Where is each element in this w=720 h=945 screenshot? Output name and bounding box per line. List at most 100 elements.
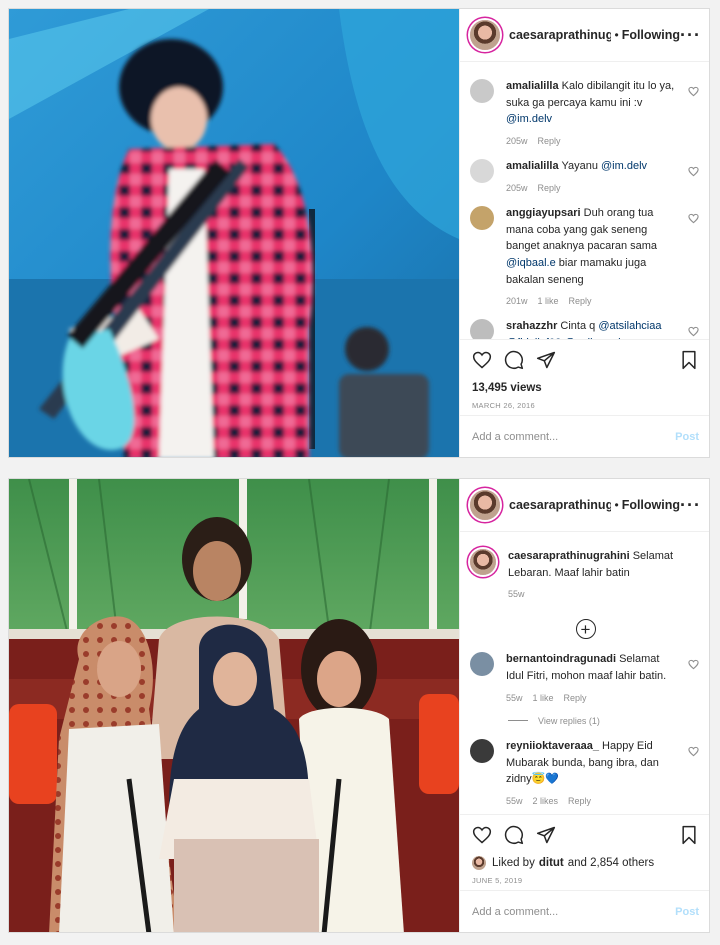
following-button[interactable]: Following [622, 28, 680, 42]
view-count[interactable]: 13,495 views [460, 379, 709, 397]
comment-time[interactable]: 55w [506, 693, 523, 703]
liked-by-suffix[interactable]: and 2,854 others [568, 857, 654, 869]
comment-time[interactable]: 201w [506, 296, 528, 306]
liker-avatar[interactable] [472, 856, 486, 870]
separator-dot: • [614, 498, 619, 512]
post-media-family[interactable] [9, 479, 459, 932]
comment-username[interactable]: reyniioktaveraaa_ [506, 740, 599, 752]
commenter-avatar[interactable] [470, 205, 494, 230]
comment-likes[interactable]: 1 like [538, 296, 559, 306]
comment-icon[interactable] [504, 350, 524, 370]
comment-item: amalialilla Yayanu @im.delv 205w Reply [470, 158, 701, 193]
like-comment-icon[interactable] [688, 746, 699, 757]
commenter-avatar[interactable] [470, 738, 494, 763]
comment-likes[interactable]: 1 like [533, 693, 554, 703]
commenter-avatar[interactable] [470, 159, 494, 184]
reply-button[interactable]: Reply [538, 183, 561, 193]
view-replies-button[interactable]: View replies (1) [508, 716, 701, 726]
action-bar [460, 339, 709, 379]
post-media-concert[interactable] [9, 9, 459, 457]
post-header: caesaraprathinugrahin • Following ··· [460, 9, 709, 62]
username[interactable]: caesaraprathinugrahin [509, 28, 611, 42]
heart-icon[interactable] [472, 350, 492, 370]
post-header: caesaraprathinugrahin • Following ··· [460, 479, 709, 532]
comment-list[interactable]: amalialilla Kalo dibilangit itu lo ya, s… [460, 62, 709, 339]
reply-button[interactable]: Reply [564, 693, 587, 703]
liked-by-user[interactable]: ditut [539, 857, 564, 869]
comment-username[interactable]: amalialilla [506, 80, 559, 92]
comment-mention[interactable]: @iqbaal.e [506, 257, 556, 269]
view-replies-label[interactable]: View replies (1) [538, 716, 600, 726]
add-comment-bar: Add a comment... Post [460, 415, 709, 457]
like-comment-icon[interactable] [688, 86, 699, 97]
replies-line [508, 720, 528, 722]
comment-username[interactable]: amalialilla [506, 160, 559, 172]
comment-item: amalialilla Kalo dibilangit itu lo ya, s… [470, 78, 701, 146]
post-date[interactable]: MARCH 26, 2016 [460, 401, 709, 415]
avatar[interactable] [470, 20, 500, 50]
caption-username[interactable]: caesaraprathinugrahini [508, 550, 630, 562]
post-sidebar-1: caesaraprathinugrahin • Following ··· am… [459, 9, 709, 457]
comment-item: srahazzhr Cinta q @atsilahciaa @fbiellaf… [470, 318, 701, 339]
comment-time[interactable]: 55w [506, 796, 523, 806]
reply-button[interactable]: Reply [538, 136, 561, 146]
comment-username[interactable]: anggiayupsari [506, 207, 581, 219]
like-comment-icon[interactable] [688, 166, 699, 177]
more-icon[interactable]: ··· [680, 25, 701, 46]
comment-item: reyniioktaveraaa_ Happy Eid Mubarak bund… [470, 738, 701, 806]
caption: caesaraprathinugrahini Selamat Lebaran. … [470, 548, 701, 599]
comment-mention[interactable]: @im.delv [601, 160, 647, 172]
heart-icon[interactable] [472, 825, 492, 845]
comment-time[interactable]: 205w [506, 183, 528, 193]
post-date[interactable]: JUNE 5, 2019 [460, 876, 709, 890]
comment-icon[interactable] [504, 825, 524, 845]
comment-username[interactable]: bernantoindragunadi [506, 653, 616, 665]
comment-item: bernantoindragunadi Selamat Idul Fitri, … [470, 651, 701, 703]
post-card-2: caesaraprathinugrahin • Following ··· ca… [8, 478, 710, 933]
commenter-avatar[interactable] [470, 319, 494, 339]
liked-by[interactable]: Liked by ditut and 2,854 others [460, 854, 709, 872]
bookmark-icon[interactable] [679, 350, 699, 370]
post-button[interactable]: Post [675, 431, 699, 443]
comment-time[interactable]: 205w [506, 136, 528, 146]
concert-photo [9, 9, 459, 457]
comment-username[interactable]: srahazzhr [506, 320, 557, 332]
avatar[interactable] [470, 549, 496, 575]
separator-dot: • [614, 28, 619, 42]
plus-icon[interactable]: + [575, 619, 596, 640]
post-button[interactable]: Post [675, 906, 699, 918]
comment-text: Yayanu [561, 160, 602, 173]
share-icon[interactable] [536, 350, 556, 370]
following-button[interactable]: Following [622, 498, 680, 512]
liked-by-prefix: Liked by [492, 857, 535, 869]
comment-item: anggiayupsari Duh orang tua mana coba ya… [470, 205, 701, 306]
comment-meta: 55w 2 likes Reply [506, 796, 679, 806]
post-sidebar-2: caesaraprathinugrahin • Following ··· ca… [459, 479, 709, 932]
like-comment-icon[interactable] [688, 213, 699, 224]
more-icon[interactable]: ··· [680, 495, 701, 516]
comment-text: Cinta q [560, 320, 599, 333]
comment-likes[interactable]: 2 likes [533, 796, 559, 806]
post-card-1: caesaraprathinugrahin • Following ··· am… [8, 8, 710, 458]
comment-meta: 201w 1 like Reply [506, 296, 679, 306]
share-icon[interactable] [536, 825, 556, 845]
caption-time[interactable]: 55w [508, 589, 525, 599]
comment-mention[interactable]: @im.delv [506, 113, 552, 125]
comment-list[interactable]: caesaraprathinugrahini Selamat Lebaran. … [460, 532, 709, 814]
comment-meta: 205w Reply [506, 183, 679, 193]
avatar[interactable] [470, 490, 500, 520]
commenter-avatar[interactable] [470, 79, 494, 103]
username[interactable]: caesaraprathinugrahin [509, 498, 611, 512]
commenter-avatar[interactable] [470, 652, 494, 677]
add-comment-input[interactable]: Add a comment... [472, 906, 558, 918]
like-comment-icon[interactable] [688, 659, 699, 670]
add-comment-bar: Add a comment... Post [460, 890, 709, 932]
bookmark-icon[interactable] [679, 825, 699, 845]
comment-meta: 205w Reply [506, 136, 679, 146]
reply-button[interactable]: Reply [569, 296, 592, 306]
comment-meta: 55w 1 like Reply [506, 693, 679, 703]
reply-button[interactable]: Reply [568, 796, 591, 806]
family-photo [9, 479, 459, 932]
add-comment-input[interactable]: Add a comment... [472, 431, 558, 443]
like-comment-icon[interactable] [688, 326, 699, 337]
